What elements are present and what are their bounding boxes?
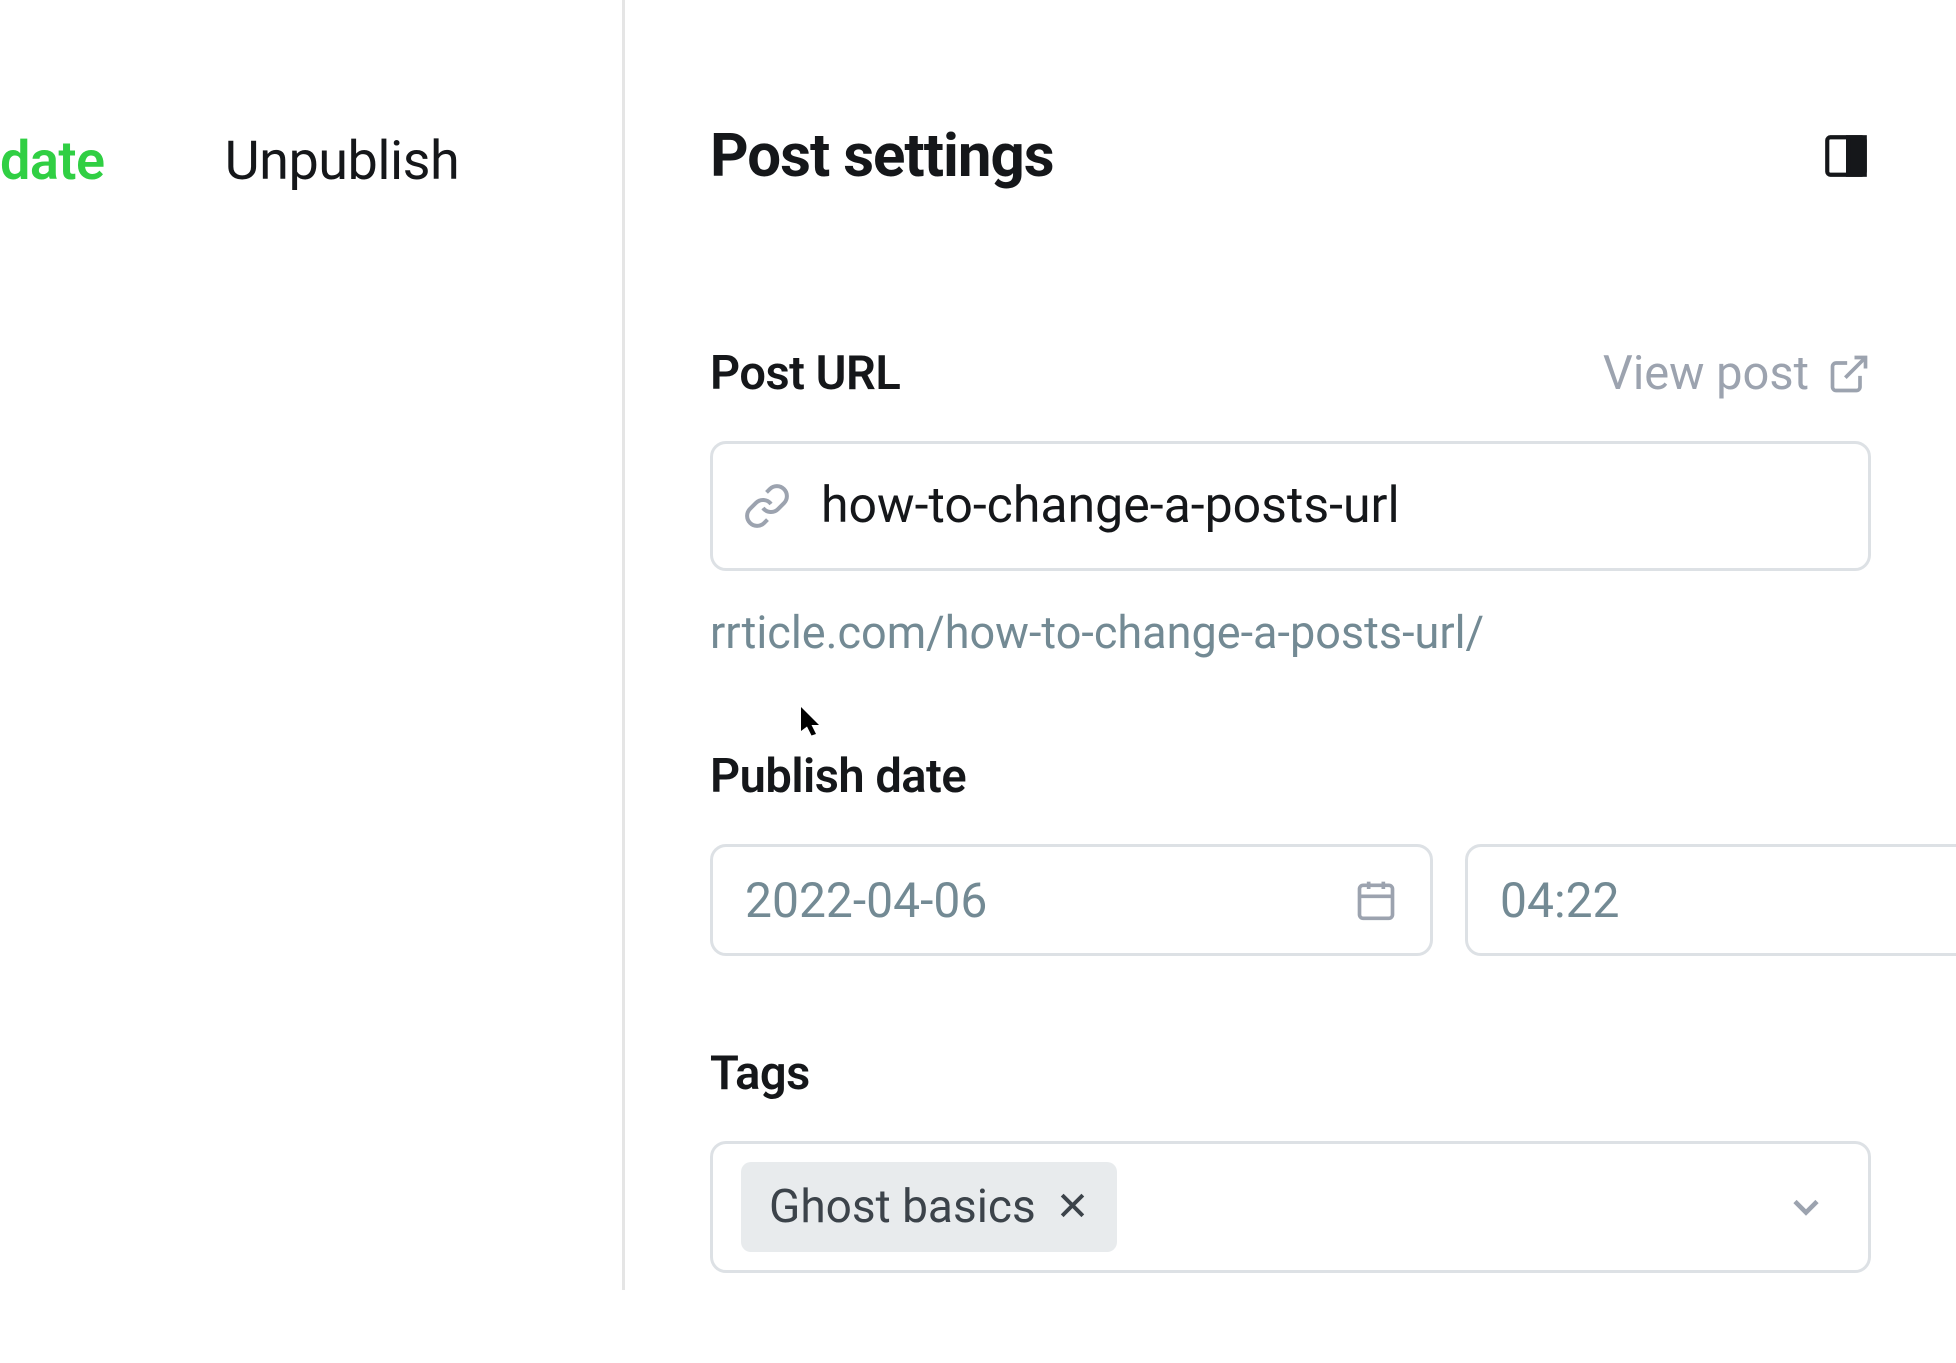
calendar-icon[interactable]	[1354, 878, 1398, 922]
top-actions-bar: date Unpublish	[0, 130, 459, 193]
publish-date-input[interactable]	[745, 872, 1354, 929]
post-url-header: Post URL View post	[710, 346, 1871, 401]
update-date-link[interactable]: date	[0, 130, 105, 193]
publish-date-label: Publish date	[710, 749, 966, 804]
view-post-text: View post	[1603, 346, 1809, 401]
publish-date-header: Publish date	[710, 749, 1871, 804]
view-post-link[interactable]: View post	[1603, 346, 1871, 401]
chevron-down-icon[interactable]	[1784, 1185, 1828, 1229]
link-icon	[743, 482, 791, 530]
publish-time-input[interactable]	[1500, 872, 1956, 929]
tags-field-group: Tags Ghost basics ✕	[710, 1046, 1871, 1273]
publish-date-field-group: Publish date UTC	[710, 749, 1871, 956]
time-input-wrapper: UTC	[1465, 844, 1956, 956]
panel-header: Post settings	[710, 120, 1871, 191]
post-url-input[interactable]	[821, 477, 1838, 535]
post-url-field-group: Post URL View post rrticle.com/how-to-ch…	[710, 346, 1871, 659]
tags-input[interactable]: Ghost basics ✕	[710, 1141, 1871, 1273]
tag-remove-icon[interactable]: ✕	[1056, 1187, 1090, 1227]
post-url-label: Post URL	[710, 346, 900, 401]
tag-chip: Ghost basics ✕	[741, 1162, 1117, 1252]
toggle-panel-icon[interactable]	[1821, 131, 1871, 181]
tags-header: Tags	[710, 1046, 1871, 1101]
publish-date-row: UTC	[710, 844, 1871, 956]
tags-label: Tags	[710, 1046, 810, 1101]
post-url-preview: rrticle.com/how-to-change-a-posts-url/	[710, 606, 1871, 659]
date-input-wrapper	[710, 844, 1433, 956]
mouse-cursor	[800, 707, 826, 737]
panel-title: Post settings	[710, 120, 1054, 191]
post-url-input-wrapper	[710, 441, 1871, 571]
unpublish-button[interactable]: Unpublish	[225, 130, 460, 193]
external-link-icon	[1827, 352, 1871, 396]
post-settings-panel: Post settings Post URL View post	[625, 0, 1956, 1363]
tag-name: Ghost basics	[769, 1180, 1036, 1234]
